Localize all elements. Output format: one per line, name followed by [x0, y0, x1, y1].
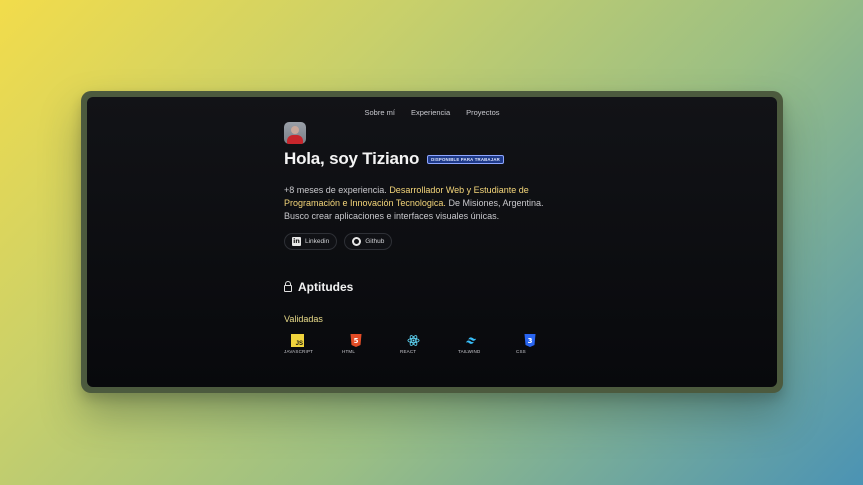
bio-text: +8 meses de experiencia. Desarrollador W…	[284, 184, 556, 223]
skill-label: CSS	[516, 349, 526, 354]
linkedin-label: Linkedin	[305, 238, 330, 245]
top-nav: Sobre mí Experiencia Proyectos	[87, 108, 777, 117]
skills-subtitle: Validadas	[284, 314, 323, 324]
nav-link-about[interactable]: Sobre mí	[365, 108, 395, 117]
github-button[interactable]: Github	[344, 233, 393, 250]
page-title: Hola, soy Tiziano	[284, 149, 420, 168]
skills-title: Aptitudes	[298, 280, 354, 294]
linkedin-icon: in	[292, 237, 301, 246]
social-links: in Linkedin Github	[284, 233, 574, 250]
lock-icon	[284, 281, 292, 292]
skill-javascript: JS JAVASCRIPT	[284, 334, 342, 354]
title-row: Hola, soy Tiziano DISPONIBLE PARA TRABAJ…	[284, 149, 574, 169]
skill-label: REACT	[400, 349, 417, 354]
status-badge: DISPONIBLE PARA TRABAJAR	[427, 154, 504, 164]
skills-heading: Aptitudes	[284, 280, 574, 294]
svg-text:5: 5	[353, 337, 358, 345]
skill-css: 3 CSS	[516, 334, 574, 354]
react-icon	[407, 334, 420, 347]
skill-label: TAILWIND	[458, 349, 481, 354]
window-frame: Sobre mí Experiencia Proyectos Hola, soy…	[81, 91, 783, 393]
github-label: Github	[365, 238, 385, 245]
css-icon: 3	[523, 334, 536, 347]
skill-tailwind: TAILWIND	[458, 334, 516, 354]
skills-list: JS JAVASCRIPT 5 HTML REACT TAILWIND 3 CS…	[284, 334, 574, 354]
skill-label: HTML	[342, 349, 356, 354]
skill-html: 5 HTML	[342, 334, 400, 354]
nav-link-projects[interactable]: Proyectos	[466, 108, 499, 117]
linkedin-button[interactable]: in Linkedin	[284, 233, 338, 250]
avatar	[284, 122, 306, 144]
skill-label: JAVASCRIPT	[284, 349, 314, 354]
skill-react: REACT	[400, 334, 458, 354]
javascript-icon: JS	[291, 334, 304, 347]
browser-viewport: Sobre mí Experiencia Proyectos Hola, soy…	[87, 97, 777, 387]
github-icon	[352, 237, 362, 246]
svg-text:3: 3	[527, 337, 532, 345]
tailwind-icon	[465, 334, 478, 347]
nav-link-experience[interactable]: Experiencia	[411, 108, 450, 117]
bio-part-1: +8 meses de experiencia.	[284, 185, 390, 195]
hero-section: Hola, soy Tiziano DISPONIBLE PARA TRABAJ…	[284, 122, 574, 354]
html-icon: 5	[349, 334, 362, 347]
